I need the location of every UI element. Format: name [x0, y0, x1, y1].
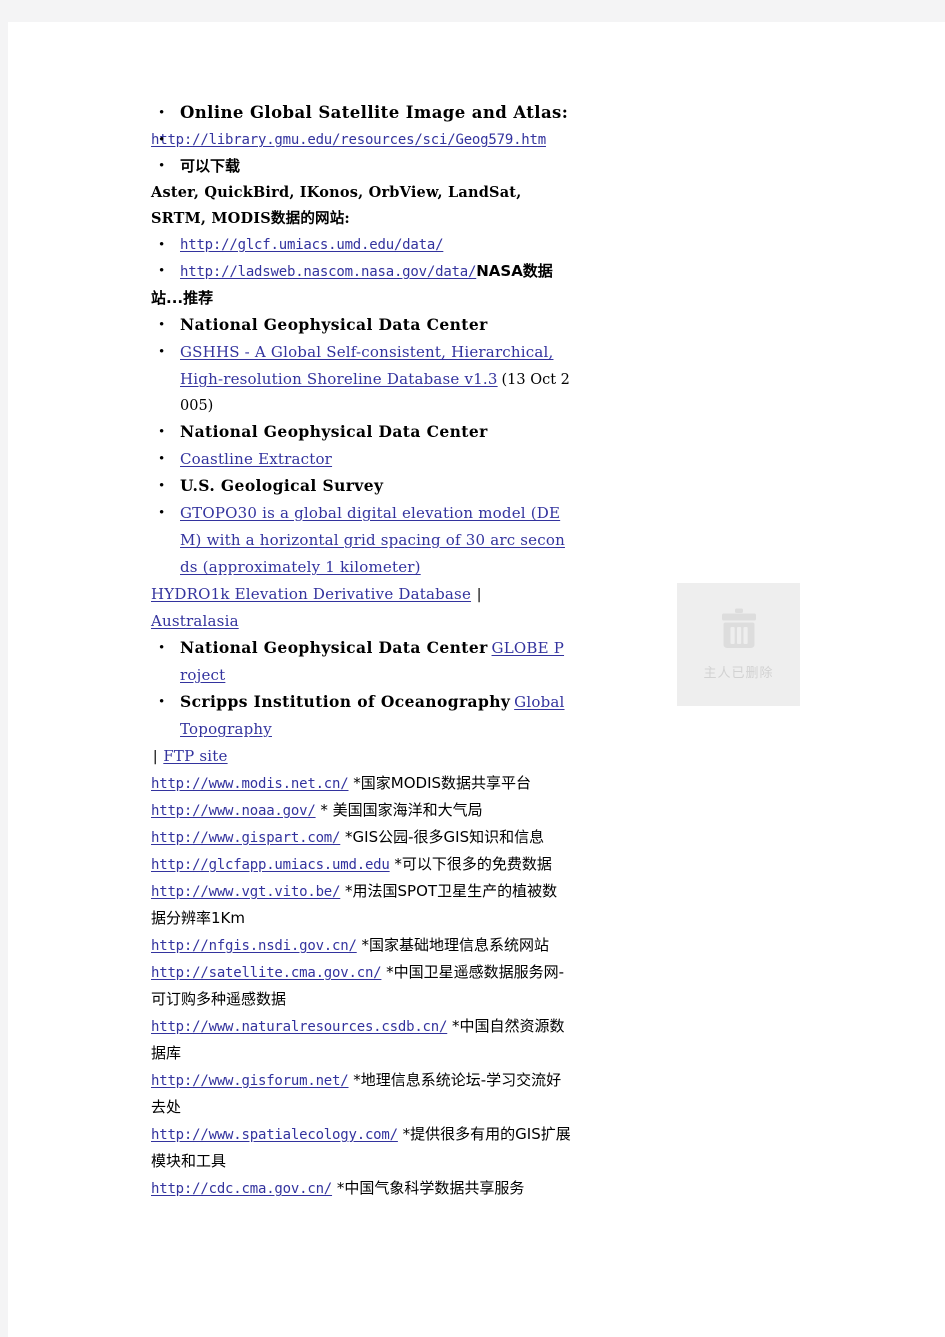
list-item: • Scripps Institution of Oceanography Gl…	[151, 689, 571, 743]
link-gtopo30-dem[interactable]: GTOPO30 is a global digital elevation mo…	[180, 504, 565, 576]
list-item: • National Geophysical Data Center GLOBE…	[151, 635, 571, 689]
url-list-item: http://www.gisforum.net/ *地理信息系统论坛-学习交流好…	[151, 1067, 571, 1121]
scripps-label: Scripps Institution of Oceanography	[180, 692, 511, 711]
list-item: • National Geophysical Data Center	[151, 312, 571, 339]
link-hydro1k-database[interactable]: HYDRO1k Elevation Derivative Database	[151, 585, 471, 603]
list-item: • http://ladsweb.nascom.nasa.gov/data/NA…	[151, 258, 571, 285]
link-coastline-extractor[interactable]: Coastline Extractor	[180, 450, 332, 468]
url-list-item: http://www.vgt.vito.be/ *用法国SPOT卫星生产的植被数…	[151, 878, 571, 932]
resource-link[interactable]: http://cdc.cma.gov.cn/	[151, 1181, 332, 1197]
resource-link[interactable]: http://www.vgt.vito.be/	[151, 884, 340, 900]
list-item: • GSHHS - A Global Self-consistent, Hier…	[151, 339, 571, 419]
bullet-icon: •	[159, 344, 165, 360]
australasia-row: Australasia	[151, 608, 571, 635]
scripps-links-continued: | FTP site	[151, 743, 571, 770]
resource-note: *国家基础地理信息系统网站	[356, 936, 549, 954]
deleted-placeholder-label: 主人已删除	[703, 666, 774, 681]
url-list-item: http://cdc.cma.gov.cn/ *中国气象科学数据共享服务	[151, 1175, 571, 1202]
nasa-note: NASA数据	[476, 262, 553, 280]
url-list-item: http://satellite.cma.gov.cn/ *中国卫星遥感数据服务…	[151, 959, 571, 1013]
bullet-icon: •	[159, 640, 165, 656]
bullet-icon: •	[159, 158, 165, 174]
url-list-item: http://www.modis.net.cn/ *国家MODIS数据共享平台	[151, 770, 571, 797]
bullet-icon: •	[159, 263, 165, 279]
bullet-icon: •	[159, 424, 165, 440]
link-row-gmu: http://library.gmu.edu/resources/sci/Geo…	[151, 127, 571, 153]
nasa-note-continued: 站...推荐	[151, 285, 571, 312]
bullet-icon: •	[159, 505, 165, 521]
resource-note: *国家MODIS数据共享平台	[348, 774, 532, 792]
list-item: • GTOPO30 is a global digital elevation …	[151, 500, 571, 581]
link-gshhs-shoreline[interactable]: GSHHS - A Global Self-consistent, Hierar…	[180, 343, 553, 388]
bullet-icon: •	[159, 694, 165, 710]
url-list-item: http://glcfapp.umiacs.umd.edu *可以下很多的免费数…	[151, 851, 571, 878]
list-item: • Online Global Satellite Image and Atla…	[151, 100, 571, 127]
sensor-list-text-2: SRTM, MODIS数据的网站:	[151, 210, 350, 227]
document-page: • Online Global Satellite Image and Atla…	[8, 22, 945, 1337]
resource-link[interactable]: http://www.noaa.gov/	[151, 803, 316, 819]
resource-link[interactable]: http://nfgis.nsdi.gov.cn/	[151, 938, 357, 954]
hydro1k-separator: |	[474, 587, 484, 603]
resource-link[interactable]: http://satellite.cma.gov.cn/	[151, 965, 382, 981]
section-heading: Online Global Satellite Image and Atlas:	[180, 103, 569, 122]
resource-note: *可以下很多的免费数据	[389, 855, 552, 873]
resource-note: *中国气象科学数据共享服务	[332, 1179, 525, 1197]
scripps-separator: |	[151, 749, 160, 765]
resource-url-list: http://www.modis.net.cn/ *国家MODIS数据共享平台 h…	[151, 770, 571, 1202]
hydro1k-row: HYDRO1k Elevation Derivative Database |	[151, 581, 571, 608]
trash-icon	[721, 608, 756, 648]
resource-note: * 美国国家海洋和大气局	[315, 801, 483, 819]
link-glcf-data[interactable]: http://glcf.umiacs.umd.edu/data/	[180, 237, 444, 253]
resource-link[interactable]: http://www.gispart.com/	[151, 830, 340, 846]
ngdc-label-2: National Geophysical Data Center	[180, 422, 488, 441]
link-gmu-geog579[interactable]: http://library.gmu.edu/resources/sci/Geo…	[151, 132, 546, 148]
url-list-item: http://www.spatialecology.com/ *提供很多有用的G…	[151, 1121, 571, 1175]
bullet-icon: •	[159, 237, 165, 253]
bullet-icon: •	[159, 132, 165, 148]
list-item: • U.S. Geological Survey	[151, 473, 571, 500]
bullet-icon: •	[159, 478, 165, 494]
resource-link[interactable]: http://www.modis.net.cn/	[151, 776, 349, 792]
resource-link[interactable]: http://www.gisforum.net/	[151, 1073, 349, 1089]
deleted-image-placeholder: 主人已删除	[677, 583, 800, 706]
download-label: 可以下载	[180, 157, 241, 175]
document-content: • Online Global Satellite Image and Atla…	[151, 100, 571, 1202]
resource-note: *GIS公园-很多GIS知识和信息	[340, 828, 545, 846]
list-item: • 可以下载	[151, 153, 571, 180]
url-list-item: http://www.gispart.com/ *GIS公园-很多GIS知识和信…	[151, 824, 571, 851]
ngdc-label-3: National Geophysical Data Center	[180, 638, 488, 657]
sensor-list-line-1: Aster, QuickBird, IKonos, OrbView, LandS…	[151, 180, 571, 206]
resource-link[interactable]: http://www.naturalresources.csdb.cn/	[151, 1019, 447, 1035]
sensor-list-text: Aster, QuickBird, IKonos, OrbView, LandS…	[151, 184, 522, 201]
link-ftp-site[interactable]: FTP site	[163, 747, 227, 765]
list-item: • National Geophysical Data Center	[151, 419, 571, 446]
sensor-list-line-2: SRTM, MODIS数据的网站:	[151, 206, 571, 232]
nasa-note-2: 站...推荐	[151, 289, 214, 307]
url-list-item: http://www.noaa.gov/ * 美国国家海洋和大气局	[151, 797, 571, 824]
url-list-item: http://nfgis.nsdi.gov.cn/ *国家基础地理信息系统网站	[151, 932, 571, 959]
link-ladsweb-nasa[interactable]: http://ladsweb.nascom.nasa.gov/data/	[180, 264, 476, 280]
bullet-icon: •	[159, 105, 165, 121]
bullet-icon: •	[159, 317, 165, 333]
url-list-item: http://www.naturalresources.csdb.cn/ *中国…	[151, 1013, 571, 1067]
link-australasia[interactable]: Australasia	[151, 612, 239, 630]
ngdc-label-1: National Geophysical Data Center	[180, 315, 488, 334]
bullet-icon: •	[159, 451, 165, 467]
resource-link[interactable]: http://glcfapp.umiacs.umd.edu	[151, 857, 390, 873]
resource-link[interactable]: http://www.spatialecology.com/	[151, 1127, 398, 1143]
list-item: • Coastline Extractor	[151, 446, 571, 473]
usgs-label: U.S. Geological Survey	[180, 476, 384, 495]
list-item: • http://glcf.umiacs.umd.edu/data/	[151, 232, 571, 258]
